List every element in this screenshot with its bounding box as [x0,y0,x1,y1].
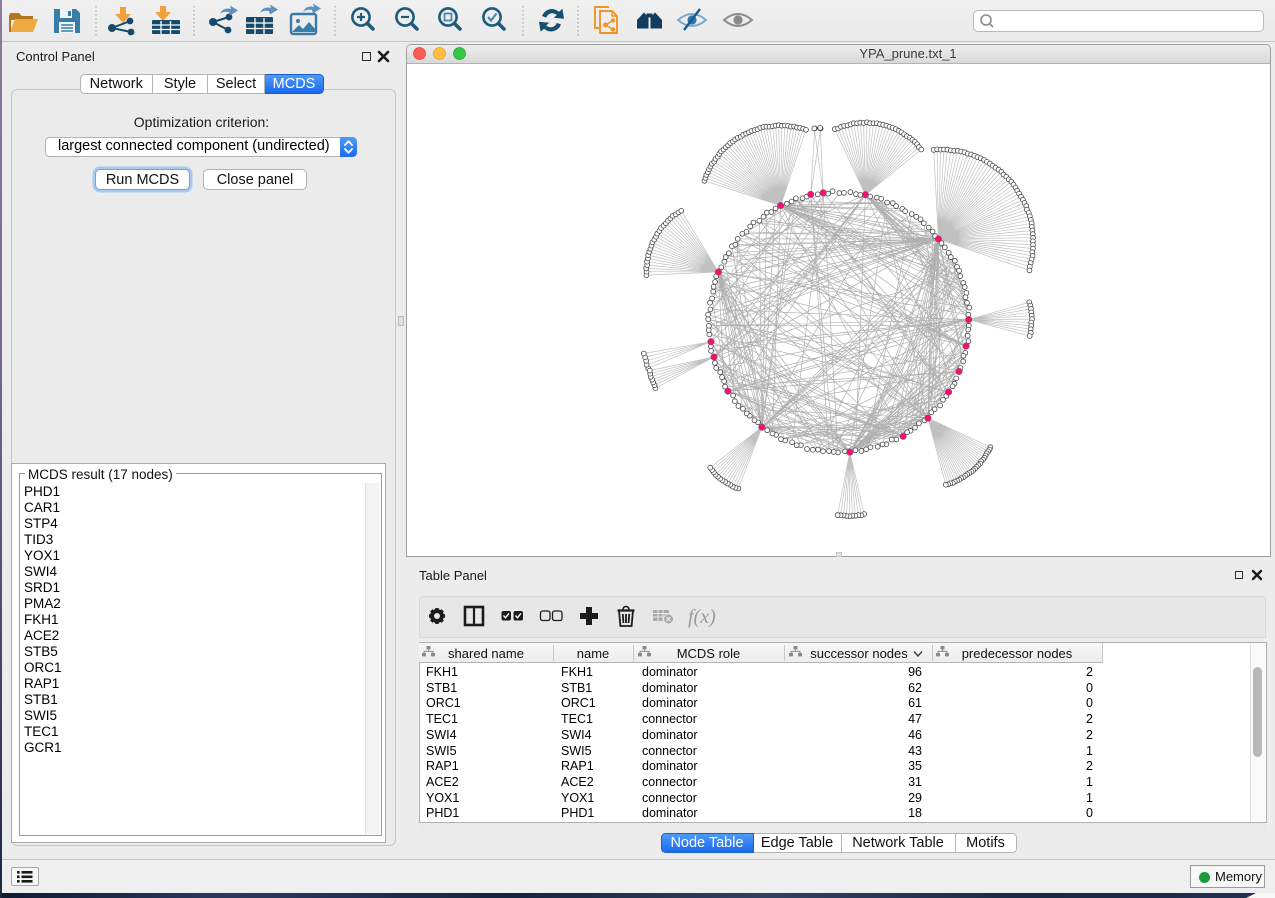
svg-text:f(x): f(x) [688,606,716,628]
